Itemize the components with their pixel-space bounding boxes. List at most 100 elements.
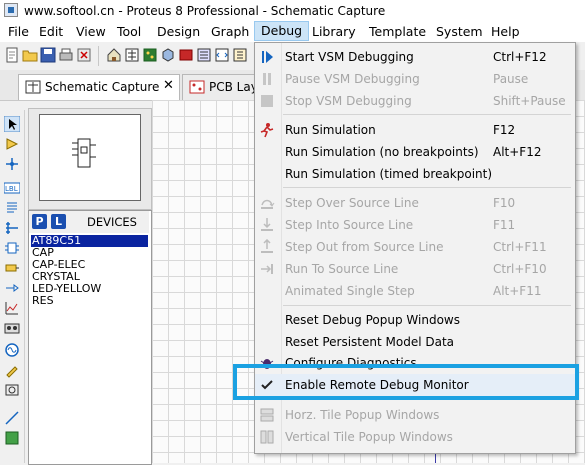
pcb-tab-icon xyxy=(189,80,205,94)
menu-item-label: Start VSM Debugging xyxy=(285,50,414,64)
menu-item-shortcut: Ctrl+F11 xyxy=(493,240,547,254)
menu-item-label: Reset Persistent Model Data xyxy=(285,335,455,349)
svg-text:LBL: LBL xyxy=(5,185,18,193)
junction-dot-icon[interactable] xyxy=(4,156,20,172)
pick-device-button[interactable]: P xyxy=(32,214,47,229)
menu-graph[interactable]: Graph xyxy=(205,22,255,42)
menu-system[interactable]: System xyxy=(430,22,489,42)
menu-animated-single-step[interactable]: Animated Single Step Alt+F11 xyxy=(255,280,575,302)
menu-edit[interactable]: Edit xyxy=(33,22,69,42)
menu-item-label: Reset Debug Popup Windows xyxy=(285,313,460,327)
menu-step-over-source-line[interactable]: Step Over Source Line F10 xyxy=(255,192,575,214)
menu-run-simulation[interactable]: Run Simulation F12 xyxy=(255,119,575,141)
new-file-icon[interactable] xyxy=(4,47,20,63)
step-over-icon xyxy=(261,199,275,209)
virtual-instrument-icon[interactable] xyxy=(4,382,20,398)
save-icon[interactable] xyxy=(40,47,56,63)
menu-separator xyxy=(283,114,571,115)
stop-icon xyxy=(261,95,273,107)
step-into-icon xyxy=(261,218,273,231)
menu-run-simulation-no-breakpoints[interactable]: Run Simulation (no breakpoints) Alt+F12 xyxy=(255,141,575,163)
menu-run-simulation-timed-breakpoint[interactable]: Run Simulation (timed breakpoint) xyxy=(255,163,575,185)
terminal-mode-icon[interactable] xyxy=(4,260,20,276)
menu-item-label: Stop VSM Debugging xyxy=(285,94,412,108)
window-title: www.softool.cn - Proteus 8 Professional … xyxy=(24,4,386,18)
print-icon[interactable] xyxy=(58,47,74,63)
menu-step-out-from-source-line[interactable]: Step Out from Source Line Ctrl+F11 xyxy=(255,236,575,258)
tab-schematic-label: Schematic Capture xyxy=(45,80,160,94)
menu-item-label: Vertical Tile Popup Windows xyxy=(285,430,453,444)
devices-title: DEVICES xyxy=(87,215,137,229)
menu-item-label: Pause VSM Debugging xyxy=(285,72,420,86)
gerber-icon[interactable] xyxy=(178,47,194,63)
box-draw-icon[interactable] xyxy=(4,430,20,446)
bom-icon[interactable] xyxy=(196,47,212,63)
menu-design[interactable]: Design xyxy=(151,22,206,42)
tab-pcb-layout[interactable]: PCB Layo xyxy=(182,74,265,100)
menu-library[interactable]: Library xyxy=(306,22,362,42)
toolbar-separator xyxy=(98,46,99,66)
menu-horz-tile-popup-windows[interactable]: Horz. Tile Popup Windows xyxy=(255,404,575,426)
tab-schematic-capture[interactable]: Schematic Capture ✕ xyxy=(18,74,180,100)
menu-step-into-source-line[interactable]: Step Into Source Line F11 xyxy=(255,214,575,236)
menu-item-label: Run Simulation (no breakpoints) xyxy=(285,145,479,159)
menu-debug[interactable]: Debug xyxy=(254,21,310,41)
menu-run-to-source-line[interactable]: Run To Source Line Ctrl+F10 xyxy=(255,258,575,280)
menu-reset-debug-popup-windows[interactable]: Reset Debug Popup Windows xyxy=(255,309,575,331)
run-simulation-icon xyxy=(260,123,274,138)
source-code-icon[interactable] xyxy=(214,47,230,63)
menu-vertical-tile-popup-windows[interactable]: Vertical Tile Popup Windows xyxy=(255,426,575,448)
wire-label-icon[interactable]: LBL xyxy=(4,180,20,196)
voltage-probe-icon[interactable] xyxy=(4,362,20,378)
menu-item-label: Step Into Source Line xyxy=(285,218,414,232)
device-pin-icon[interactable] xyxy=(4,280,20,296)
menu-file[interactable]: File xyxy=(2,22,35,42)
tape-recorder-icon[interactable] xyxy=(4,320,20,336)
menu-item-shortcut: Ctrl+F12 xyxy=(493,50,547,64)
horz-tile-icon xyxy=(260,408,274,422)
line-draw-icon[interactable] xyxy=(4,410,20,426)
3d-viewer-icon[interactable] xyxy=(160,47,176,63)
pcb-layout-icon[interactable] xyxy=(142,47,158,63)
menu-item-shortcut: F10 xyxy=(493,196,516,210)
home-icon[interactable] xyxy=(106,47,122,63)
pause-icon xyxy=(263,73,271,85)
menu-item-label: Step Out from Source Line xyxy=(285,240,444,254)
menu-reset-persistent-model-data[interactable]: Reset Persistent Model Data xyxy=(255,331,575,353)
text-script-icon[interactable] xyxy=(4,200,20,216)
library-manager-button[interactable]: L xyxy=(51,214,66,229)
selection-mode-icon[interactable] xyxy=(4,116,20,132)
schematic-icon[interactable] xyxy=(124,47,140,63)
devices-panel: P L DEVICES AT89C51 CAP CAP-ELEC CRYSTAL… xyxy=(28,210,152,465)
menu-view[interactable]: View xyxy=(70,22,112,42)
menu-item-label: Run Simulation (timed breakpoint) xyxy=(285,167,493,181)
close-project-icon[interactable] xyxy=(76,47,92,63)
menu-item-shortcut: F12 xyxy=(493,123,516,137)
component-mode-icon[interactable] xyxy=(4,136,20,152)
menu-item-shortcut: Alt+F11 xyxy=(493,284,542,298)
schematic-tab-icon xyxy=(25,80,41,94)
design-explorer-icon[interactable] xyxy=(232,47,248,63)
close-tab-icon[interactable]: ✕ xyxy=(163,78,174,93)
menu-template[interactable]: Template xyxy=(363,22,432,42)
menu-stop-vsm-debugging[interactable]: Stop VSM Debugging Shift+Pause xyxy=(255,90,575,112)
menu-help[interactable]: Help xyxy=(485,22,526,42)
menu-item-shortcut: Pause xyxy=(493,72,529,86)
open-folder-icon[interactable] xyxy=(22,47,38,63)
subcircuit-icon[interactable] xyxy=(4,240,20,256)
graph-mode-icon[interactable] xyxy=(4,300,20,316)
menu-item-label: Step Over Source Line xyxy=(285,196,419,210)
menu-pause-vsm-debugging[interactable]: Pause VSM Debugging Pause xyxy=(255,68,575,90)
menu-item-label: Horz. Tile Popup Windows xyxy=(285,408,440,422)
device-list-item[interactable]: RES xyxy=(31,295,148,307)
menu-item-shortcut: Shift+Pause xyxy=(493,94,566,108)
bus-icon[interactable] xyxy=(4,220,20,236)
overview-panel[interactable] xyxy=(28,108,152,210)
menu-bar: File Edit View Tool Design Graph Debug L… xyxy=(0,21,585,42)
menu-start-vsm-debugging[interactable]: Start VSM Debugging Ctrl+F12 xyxy=(255,46,575,68)
menu-tool[interactable]: Tool xyxy=(111,22,147,42)
generator-icon[interactable] xyxy=(4,342,20,358)
title-bar: www.softool.cn - Proteus 8 Professional … xyxy=(0,0,585,22)
overview-sheet xyxy=(39,114,141,201)
highlight-annotation-box xyxy=(233,364,579,400)
